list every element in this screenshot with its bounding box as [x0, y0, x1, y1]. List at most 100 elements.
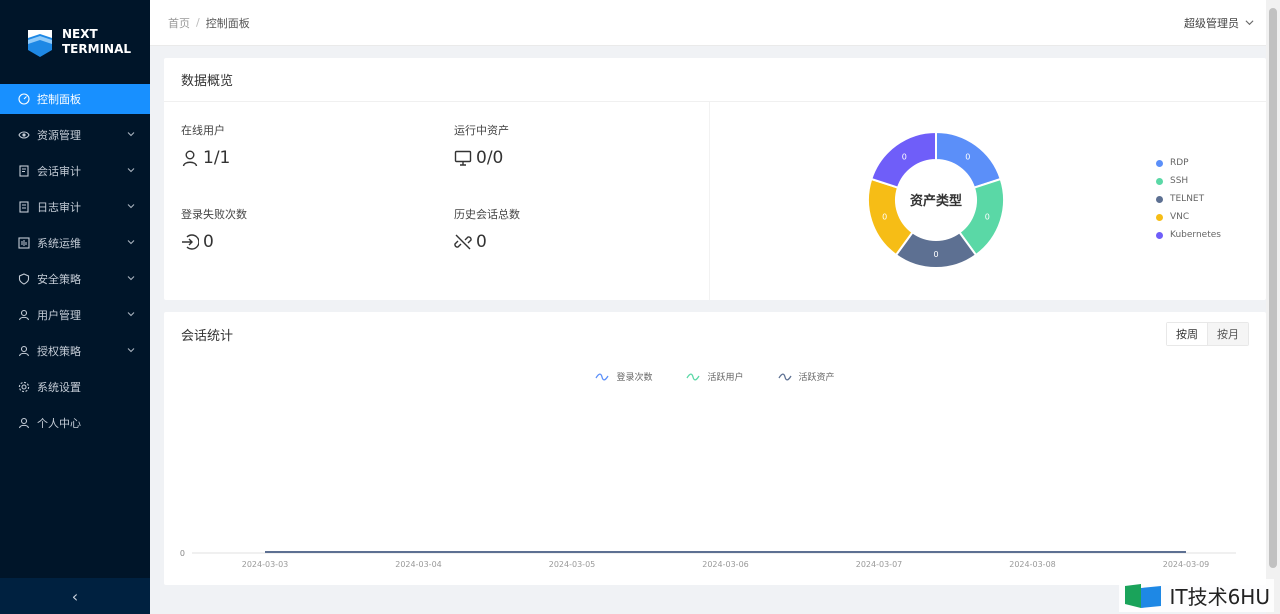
x-tick-label: 2024-03-08	[1009, 560, 1056, 569]
pie-slice-label: 0	[985, 213, 990, 222]
stats-panel: 在线用户 1/1 运行中资产 0/0 登录失败次数 0 历史会话总数 0	[164, 102, 709, 300]
login-icon	[182, 234, 199, 250]
stat-label: 运行中资产	[454, 124, 509, 137]
x-tick-label: 2024-03-06	[702, 560, 749, 569]
chevron-down-icon	[127, 276, 135, 281]
gear-icon	[18, 381, 30, 393]
watermark-text: IT技术6HU	[1169, 585, 1270, 609]
stat-value: 0	[476, 232, 487, 252]
stat-label: 在线用户	[181, 124, 225, 137]
x-tick-label: 2024-03-03	[242, 560, 289, 569]
chevron-down-icon	[127, 312, 135, 317]
overview-body: 在线用户 1/1 运行中资产 0/0 登录失败次数 0 历史会话总数 0 0 0…	[164, 102, 1266, 300]
sidebar-item-3[interactable]: 日志审计	[0, 192, 150, 222]
pie-legend-label: SSH	[1170, 176, 1189, 186]
logo-icon	[28, 30, 52, 57]
sidebar-item-7[interactable]: 授权策略	[0, 336, 150, 366]
stat-label: 历史会话总数	[454, 208, 520, 221]
stat-label: 登录失败次数	[181, 208, 247, 221]
stat-total-sessions: 历史会话总数 0	[454, 206, 520, 252]
watermark-logo-icon	[1125, 583, 1162, 608]
legend-swatch	[1156, 213, 1163, 221]
user-icon	[18, 345, 30, 357]
topbar: 首页 / 控制面板 超级管理员	[150, 0, 1280, 46]
pie-legend-item[interactable]: SSH	[1156, 172, 1221, 190]
sidebar-item-6[interactable]: 用户管理	[0, 300, 150, 330]
sidebar-item-8[interactable]: 系统设置	[0, 372, 150, 402]
brand-line2: TERMINAL	[62, 42, 132, 56]
breadcrumb: 首页 / 控制面板	[168, 15, 250, 31]
page-scrollbar[interactable]	[1266, 0, 1280, 614]
sidebar-item-2[interactable]: 会话审计	[0, 156, 150, 186]
stat-value: 0/0	[476, 148, 504, 168]
pie-legend-label: TELNET	[1170, 194, 1205, 204]
pie-slice-label: 0	[933, 250, 938, 259]
pie-center-label: 资产类型	[910, 193, 962, 209]
shield-icon	[18, 273, 30, 285]
pie-legend-item[interactable]: TELNET	[1156, 190, 1221, 208]
sidebar-item-label: 控制面板	[37, 93, 81, 106]
x-tick-label: 2024-03-05	[549, 560, 596, 569]
breadcrumb-home[interactable]: 首页	[168, 15, 190, 31]
x-tick-label: 2024-03-09	[1163, 560, 1210, 569]
asset-type-pie-chart: 0 0 0 0 0 资产类型	[867, 130, 1005, 269]
pie-legend-item[interactable]: Kubernetes	[1156, 226, 1221, 244]
stat-value-row: 1/1	[181, 148, 230, 168]
sidebar-item-label: 个人中心	[37, 417, 81, 430]
pie-legend-item[interactable]: VNC	[1156, 208, 1221, 226]
user-icon	[18, 417, 30, 429]
chevron-down-icon	[127, 204, 135, 209]
sidebar-item-0[interactable]: 控制面板	[0, 84, 150, 114]
chevron-down-icon	[127, 168, 135, 173]
stat-online-users: 在线用户 1/1	[181, 122, 230, 168]
sidebar-item-5[interactable]: 安全策略	[0, 264, 150, 294]
scrollbar-thumb[interactable]	[1269, 8, 1277, 568]
sidebar-item-9[interactable]: 个人中心	[0, 408, 150, 438]
session-line-chart: 0 2024-03-03 2024-03-04 2024-03-05 2024-03-0…	[180, 549, 1236, 569]
session-stats-card: 会话统计 按周 按月 登录次数 活跃用户 活跃资产 0 2024-03-03 2024-…	[164, 312, 1266, 585]
pie-legend-item[interactable]: RDP	[1156, 154, 1221, 172]
sidebar-item-label: 系统设置	[37, 381, 81, 394]
legend-swatch	[1156, 177, 1163, 185]
stat-value: 1/1	[203, 148, 231, 168]
breadcrumb-separator: /	[196, 16, 200, 29]
breadcrumb-current: 控制面板	[205, 16, 250, 30]
pie-legend-label: Kubernetes	[1170, 230, 1221, 240]
collapse-sidebar-button[interactable]: ‹	[0, 578, 150, 614]
chevron-down-icon	[1245, 20, 1254, 26]
sidebar-item-label: 系统运维	[37, 237, 81, 250]
user-icon	[182, 150, 198, 167]
stat-value-row: 0	[454, 232, 520, 252]
sidebar-item-label: 会话审计	[37, 165, 81, 178]
user-menu[interactable]: 超级管理员	[1184, 15, 1254, 31]
link-broken-icon	[454, 234, 472, 250]
ops-icon	[18, 237, 30, 249]
sidebar-item-4[interactable]: 系统运维	[0, 228, 150, 258]
legend-swatch	[1156, 195, 1163, 203]
sidebar-item-label: 授权策略	[37, 345, 81, 358]
logo[interactable]: NEXT TERMINAL	[0, 0, 150, 84]
sidebar-item-label: 用户管理	[37, 309, 81, 322]
main-area: 首页 / 控制面板 超级管理员 数据概览 在线用户 1/1 运行中资产 0/0 …	[150, 0, 1280, 614]
user-name: 超级管理员	[1184, 16, 1239, 30]
stat-value-row: 0/0	[454, 148, 509, 168]
chevron-down-icon	[127, 132, 135, 137]
pie-legend-label: VNC	[1170, 212, 1190, 222]
x-tick-label: 2024-03-04	[395, 560, 442, 569]
chevron-left-icon: ‹	[71, 586, 79, 606]
chevron-down-icon	[127, 348, 135, 353]
stat-running-assets: 运行中资产 0/0	[454, 122, 509, 168]
sidebar-menu: 控制面板资源管理会话审计日志审计系统运维安全策略用户管理授权策略系统设置个人中心	[0, 84, 150, 438]
x-tick-label: 2024-03-07	[856, 560, 903, 569]
sidebar: NEXT TERMINAL 控制面板资源管理会话审计日志审计系统运维安全策略用户…	[0, 0, 150, 614]
sidebar-item-1[interactable]: 资源管理	[0, 120, 150, 150]
eye-icon	[18, 129, 30, 141]
watermark: IT技术6HU	[1119, 579, 1274, 612]
pie-slice-label: 0	[882, 213, 887, 222]
stat-value: 0	[203, 232, 214, 252]
pie-slice-label: 0	[965, 152, 970, 161]
legend-swatch	[1156, 159, 1163, 167]
chevron-down-icon	[127, 240, 135, 245]
dashboard-icon	[18, 93, 30, 105]
audit-icon	[18, 165, 30, 177]
